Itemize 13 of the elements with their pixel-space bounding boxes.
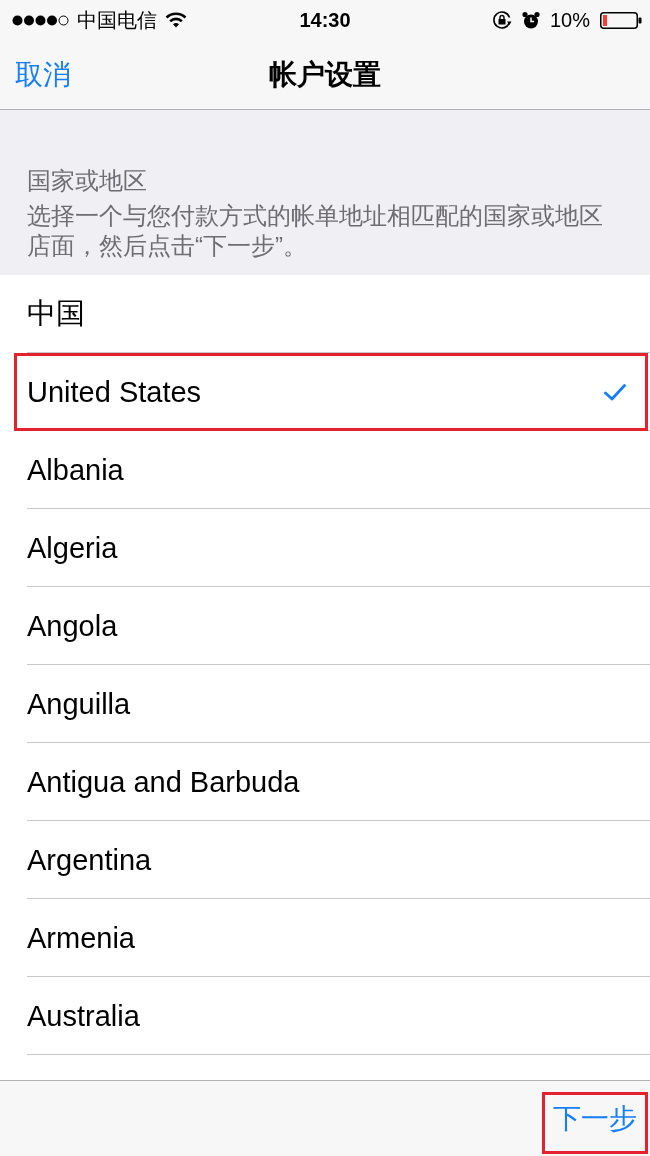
- battery-percent: 10%: [549, 8, 590, 32]
- status-time: 14:30: [299, 8, 351, 32]
- next-button[interactable]: 下一步: [553, 1101, 637, 1136]
- signal-strength-icon: [12, 14, 69, 26]
- rotation-lock-icon: [491, 10, 512, 30]
- cancel-button[interactable]: 取消: [15, 57, 71, 92]
- section-description: 选择一个与您付款方式的帐单地址相匹配的国家或地区店面，然后点击“下一步”。: [27, 201, 604, 261]
- alarm-clock-icon: [521, 11, 540, 29]
- carrier-name: 中国电信: [77, 7, 157, 33]
- section-header: 国家或地区: [27, 166, 148, 196]
- page-title: 帐户设置: [269, 57, 381, 92]
- wifi-icon: [165, 12, 187, 28]
- battery-icon: [600, 11, 642, 29]
